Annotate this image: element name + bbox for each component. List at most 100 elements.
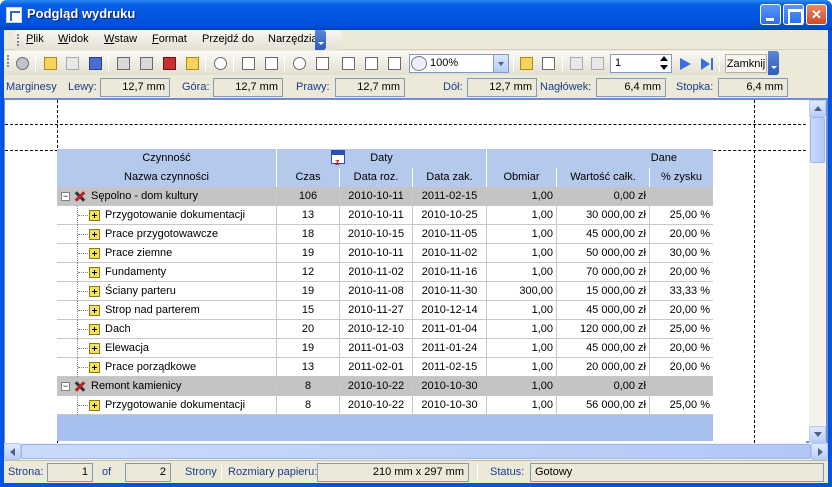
print-icon[interactable] — [115, 55, 133, 73]
expand-icon[interactable] — [89, 210, 100, 221]
vertical-scroll-thumb[interactable] — [810, 117, 825, 163]
group-header-activity: Czynność — [57, 149, 277, 168]
cell-end: 2010-11-30 — [413, 282, 487, 301]
scroll-up-button[interactable] — [809, 100, 826, 117]
cell-wartosc: 0,00 zł — [557, 377, 650, 396]
page-number-input[interactable]: 1 — [610, 54, 672, 73]
expand-icon[interactable] — [89, 362, 100, 373]
print-setup-icon[interactable] — [138, 55, 156, 73]
cell-wartosc: 45 000,00 zł — [557, 301, 650, 320]
horizontal-scrollbar[interactable] — [4, 443, 828, 460]
minimize-button[interactable] — [760, 4, 781, 25]
expand-icon[interactable] — [89, 286, 100, 297]
collapse-icon[interactable]: − — [61, 192, 70, 201]
expand-icon[interactable] — [89, 305, 100, 316]
status-label: Status: — [490, 466, 525, 478]
margin-top-field[interactable]: 12,7 mm — [213, 78, 283, 97]
pdf-export-icon[interactable] — [161, 55, 179, 73]
toolbar-overflow-button[interactable] — [768, 51, 779, 75]
grip-handle[interactable] — [17, 34, 19, 46]
table-row[interactable]: Strop nad parterem 15 2010-11-27 2010-12-14… — [57, 301, 713, 320]
close-window-button[interactable]: ✕ — [806, 4, 827, 25]
menu-wstaw[interactable]: Wstaw — [104, 33, 137, 45]
multi-page-icon[interactable] — [386, 55, 404, 73]
expand-icon[interactable] — [89, 400, 100, 411]
margins-label: Marginesy — [6, 81, 57, 93]
status-pages-label: Strony — [185, 466, 217, 478]
window-frame: Podgląd wydruku ✕ Plik Widok Wstaw Forma… — [0, 0, 832, 487]
two-pages-icon[interactable] — [363, 55, 381, 73]
menu-narzedzia[interactable]: Narzędzia — [268, 33, 318, 45]
task-name: Ściany parteru — [105, 285, 176, 297]
vertical-scrollbar[interactable] — [809, 100, 826, 443]
margin-right-field[interactable]: 12,7 mm — [335, 78, 405, 97]
status-paper-label: Rozmiary papieru: — [228, 466, 318, 478]
chevron-down-icon[interactable] — [493, 55, 508, 72]
zoom-select[interactable]: 100% — [409, 54, 509, 73]
cell-end: 2010-11-16 — [413, 263, 487, 282]
one-page-icon[interactable] — [340, 55, 358, 73]
page-setup-icon[interactable] — [240, 55, 258, 73]
zoom-icon[interactable] — [291, 55, 309, 73]
menu-widok[interactable]: Widok — [58, 33, 89, 45]
cell-czas: 13 — [277, 358, 340, 377]
expand-icon[interactable] — [89, 267, 100, 278]
table-row[interactable]: Fundamenty 12 2010-11-02 2010-11-16 1,00 70 0… — [57, 263, 713, 282]
expand-icon[interactable] — [89, 248, 100, 259]
table-row[interactable]: Przygotowanie dokumentacji 8 2010-10-22 201… — [57, 396, 713, 415]
tree-branch — [78, 405, 88, 406]
find-icon[interactable] — [212, 55, 230, 73]
table-row[interactable]: Elewacja 19 2011-01-03 2011-01-24 1,00 45 000… — [57, 339, 713, 358]
table-row[interactable]: Ściany parteru 19 2010-11-08 2010-11-30 300,… — [57, 282, 713, 301]
expand-icon[interactable] — [89, 229, 100, 240]
preview-area[interactable]: Czynność Daty Dane Nazwa czynności Czas … — [4, 98, 828, 443]
table-row[interactable]: Przygotowanie dokumentacji 13 2010-10-11 20… — [57, 206, 713, 225]
spin-down-icon[interactable] — [657, 64, 671, 72]
gear-icon[interactable] — [14, 55, 32, 73]
collapse-icon[interactable]: − — [61, 382, 70, 391]
cell-start: 2011-02-01 — [340, 358, 413, 377]
cell-czas: 20 — [277, 320, 340, 339]
scroll-left-button[interactable] — [4, 443, 21, 460]
watermark-icon[interactable] — [540, 55, 558, 73]
last-page-icon[interactable] — [698, 55, 716, 73]
scroll-right-button[interactable] — [811, 443, 828, 460]
separator — [513, 55, 514, 72]
app-icon[interactable] — [6, 7, 22, 23]
group-row[interactable]: − Sępolno - dom kultury 106 2010-10-11 2011-… — [57, 187, 713, 206]
table-row[interactable]: Prace przygotowawcze 18 2010-10-15 2010-11-… — [57, 225, 713, 244]
spin-up-icon[interactable] — [657, 55, 671, 63]
cell-zysk: 20,00 % — [669, 342, 710, 354]
expand-icon[interactable] — [89, 324, 100, 335]
menu-plik[interactable]: Plik — [26, 33, 44, 45]
table-row[interactable]: Prace porządkowe 13 2011-02-01 2011-02-15 1,… — [57, 358, 713, 377]
menu-overflow-button[interactable] — [315, 30, 326, 50]
color-icon[interactable] — [518, 55, 536, 73]
margin-left-field[interactable]: 12,7 mm — [100, 78, 170, 97]
menu-przejdz-do[interactable]: Przejdź do — [202, 33, 254, 45]
open-icon[interactable] — [42, 55, 60, 73]
fit-width-icon[interactable] — [314, 55, 332, 73]
next-page-icon[interactable] — [676, 55, 694, 73]
window-title: Podgląd wydruku — [27, 6, 136, 21]
margin-header-field[interactable]: 6,4 mm — [596, 78, 666, 97]
margin-bottom-field[interactable]: 12,7 mm — [467, 78, 537, 97]
group-row[interactable]: − Remont kamienicy 8 2010-10-22 2010-10-30 1,… — [57, 377, 713, 396]
save-icon[interactable] — [87, 55, 105, 73]
menu-format[interactable]: Format — [152, 33, 187, 45]
cell-zysk: 20,00 % — [669, 266, 710, 278]
expand-icon[interactable] — [89, 343, 100, 354]
horizontal-scroll-thumb[interactable] — [21, 444, 811, 459]
table-row[interactable]: Prace ziemne 19 2010-10-11 2010-11-02 1,00 50… — [57, 244, 713, 263]
margin-footer-field[interactable]: 6,4 mm — [718, 78, 788, 97]
scroll-down-button[interactable] — [809, 426, 826, 443]
close-preview-button[interactable]: Zamknij — [725, 54, 767, 73]
toolbar-grip[interactable] — [7, 55, 9, 67]
col-header-end: Data zak. — [413, 168, 487, 187]
table-row[interactable]: Dach 20 2010-12-10 2011-01-04 1,00 120 000,00… — [57, 320, 713, 339]
cell-end: 2011-01-04 — [413, 320, 487, 339]
maximize-button[interactable] — [783, 4, 804, 25]
header-icon[interactable] — [263, 55, 281, 73]
edit-icon[interactable] — [184, 55, 202, 73]
title-bar[interactable]: Podgląd wydruku ✕ — [0, 0, 832, 30]
